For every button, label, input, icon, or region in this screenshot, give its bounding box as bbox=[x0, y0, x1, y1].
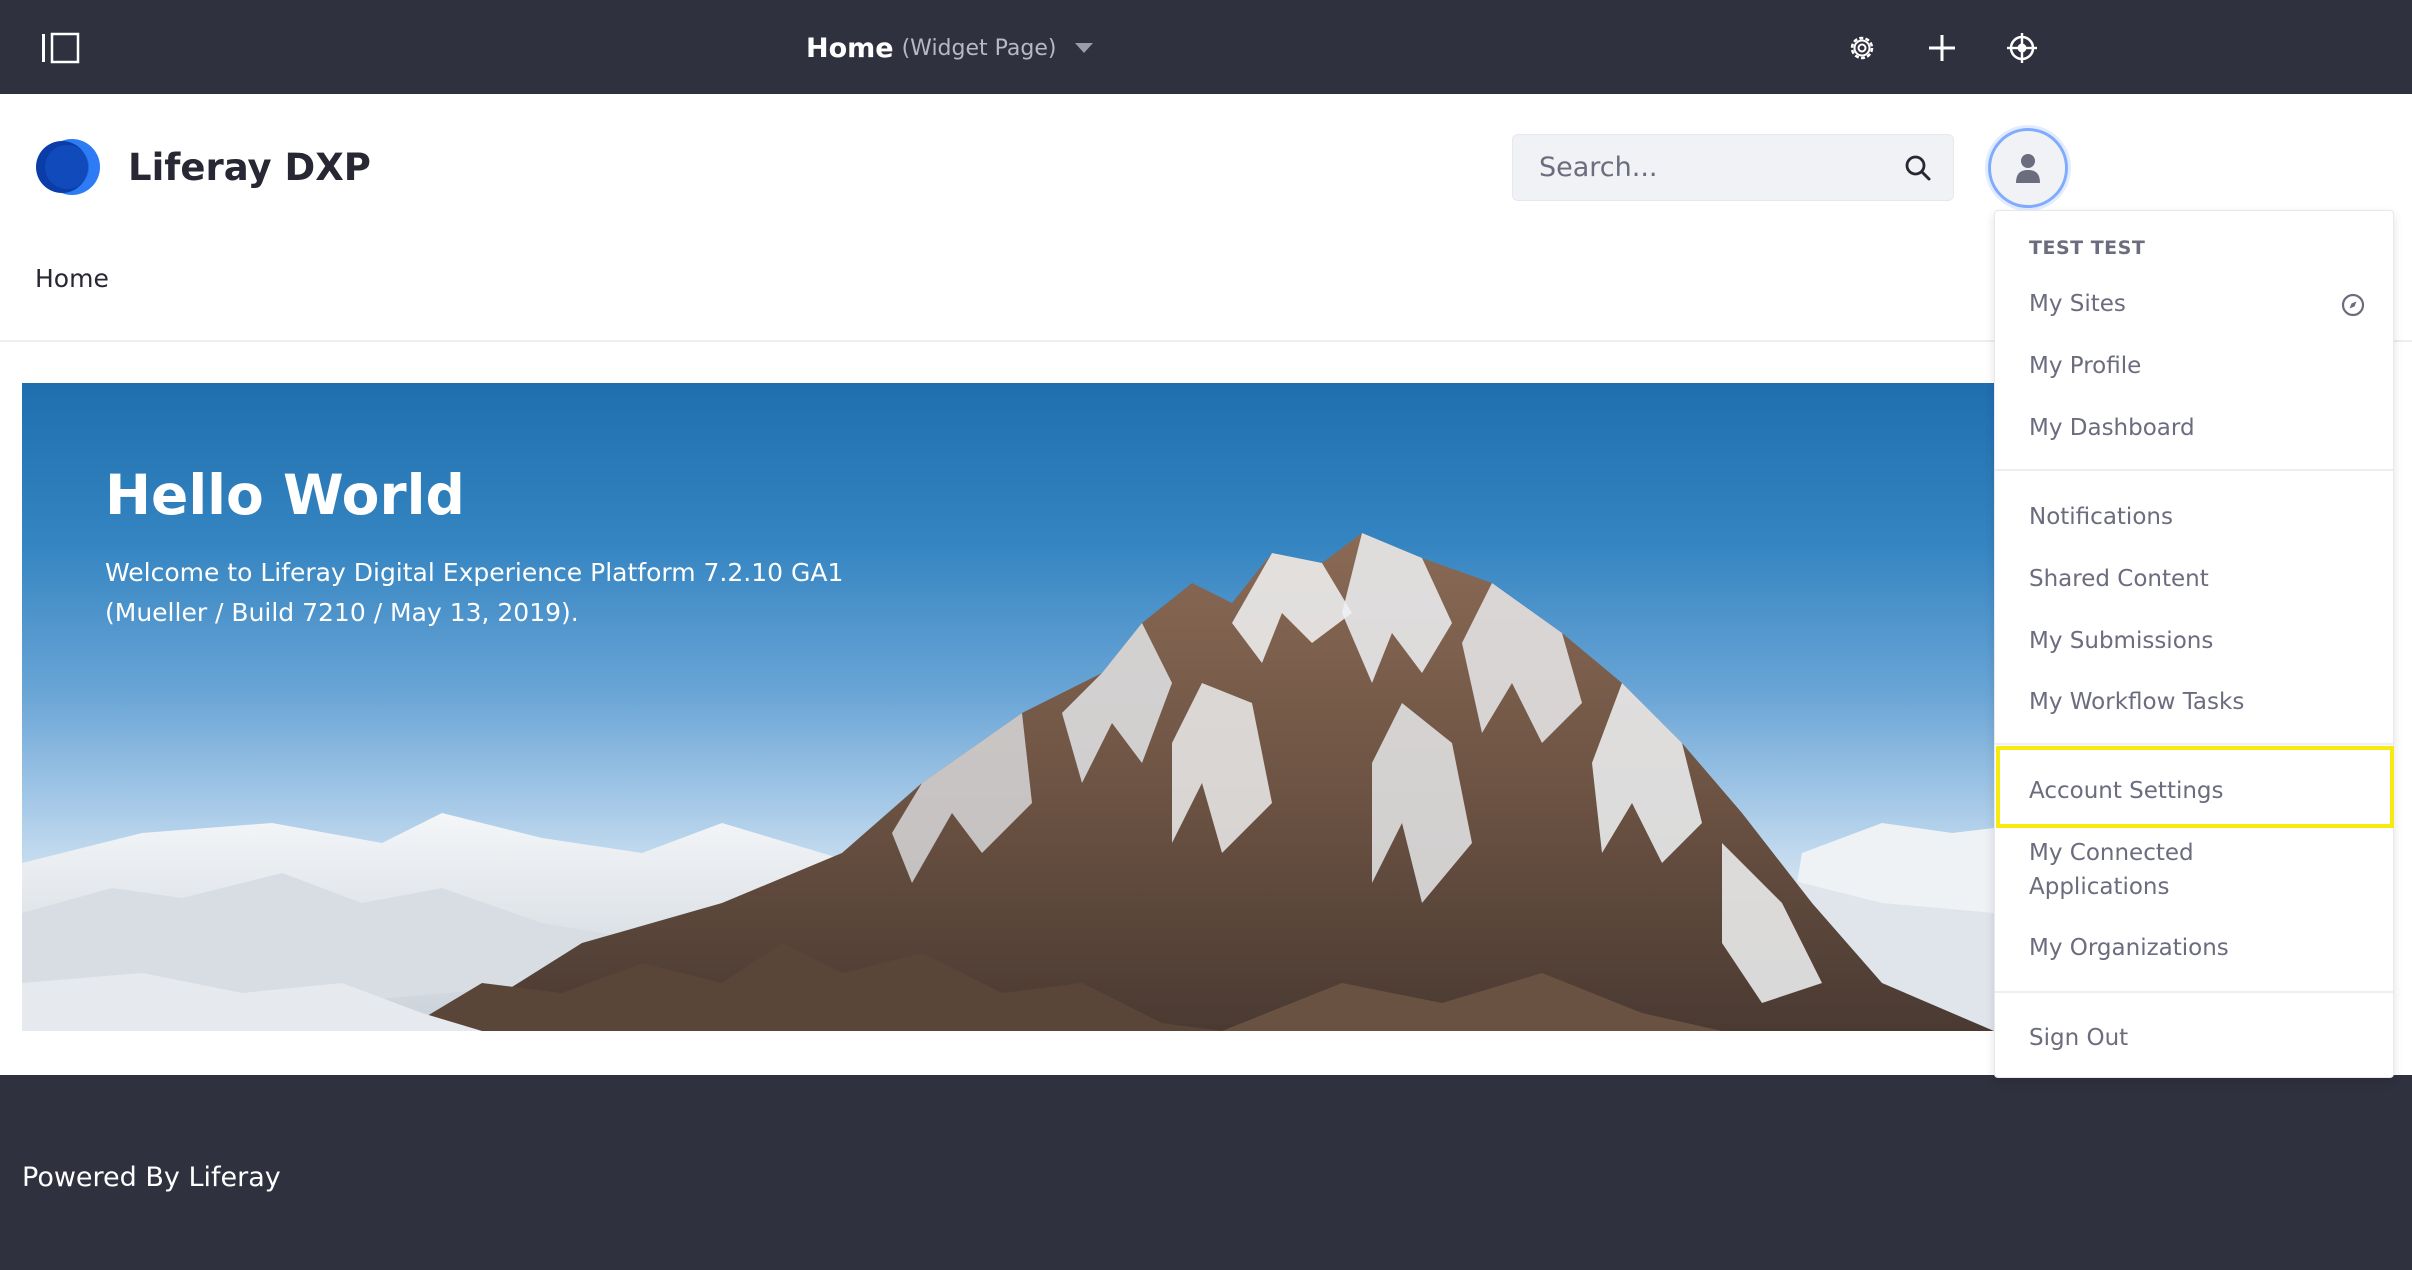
menu-item-my-organizations[interactable]: My Organizations bbox=[1995, 919, 2393, 977]
hero-banner: Hello World Welcome to Liferay Digital E… bbox=[22, 383, 1994, 1031]
user-avatar-button[interactable] bbox=[1988, 128, 2068, 208]
menu-item-label: Shared Content bbox=[2029, 566, 2209, 592]
compass-icon bbox=[2341, 293, 2365, 317]
menu-divider bbox=[1995, 469, 2393, 471]
menu-item-label: My Profile bbox=[2029, 353, 2142, 379]
menu-item-shared-content[interactable]: Shared Content bbox=[1995, 550, 2393, 608]
site-name[interactable]: Liferay DXP bbox=[128, 146, 371, 189]
banner-description: Welcome to Liferay Digital Experience Pl… bbox=[105, 553, 865, 633]
search-icon[interactable] bbox=[1883, 135, 1953, 200]
menu-item-label: My Sites bbox=[2029, 291, 2126, 317]
banner-line-2: (Mueller / Build 7210 / May 13, 2019). bbox=[105, 598, 579, 627]
menu-item-account-settings[interactable]: Account Settings bbox=[1995, 762, 2393, 820]
nav-item-home[interactable]: Home bbox=[35, 264, 109, 293]
control-bar: Home (Widget Page) bbox=[0, 0, 2412, 94]
menu-item-label: Notifications bbox=[2029, 504, 2173, 530]
menu-item-sign-out[interactable]: Sign Out bbox=[1995, 1009, 2393, 1067]
footer: Powered By Liferay bbox=[0, 1075, 2412, 1270]
footer-powered-by[interactable]: Powered By Liferay bbox=[22, 1162, 281, 1193]
menu-item-label: My Connected Applications bbox=[2029, 840, 2194, 900]
menu-item-my-sites[interactable]: My Sites bbox=[1995, 275, 2393, 333]
page-title: Home bbox=[806, 32, 894, 64]
menu-item-label: My Organizations bbox=[2029, 935, 2229, 961]
menu-item-label: My Dashboard bbox=[2029, 415, 2195, 441]
menu-item-label: My Workflow Tasks bbox=[2029, 689, 2245, 715]
menu-item-my-submissions[interactable]: My Submissions bbox=[1995, 612, 2393, 670]
menu-divider bbox=[1995, 991, 2393, 993]
add-icon[interactable] bbox=[1922, 28, 1962, 68]
page-selector[interactable]: Home (Widget Page) bbox=[806, 30, 1093, 66]
banner-title: Hello World bbox=[105, 463, 465, 527]
gear-icon[interactable] bbox=[1842, 28, 1882, 68]
product-menu-toggle-icon[interactable] bbox=[40, 31, 80, 65]
menu-item-my-profile[interactable]: My Profile bbox=[1995, 337, 2393, 395]
search-input[interactable] bbox=[1513, 135, 1883, 200]
menu-item-label: My Submissions bbox=[2029, 628, 2214, 654]
menu-item-label: Account Settings bbox=[2029, 778, 2224, 804]
menu-item-my-connected-applications[interactable]: My Connected Applications bbox=[1995, 825, 2295, 915]
user-name-header: TEST TEST bbox=[2029, 237, 2146, 259]
simulation-icon[interactable] bbox=[2002, 28, 2042, 68]
liferay-logo[interactable] bbox=[34, 136, 100, 198]
user-icon bbox=[2016, 154, 2040, 183]
menu-item-my-workflow-tasks[interactable]: My Workflow Tasks bbox=[1995, 673, 2393, 731]
search-bar bbox=[1512, 134, 1954, 201]
banner-line-1: Welcome to Liferay Digital Experience Pl… bbox=[105, 558, 844, 587]
user-dropdown-menu: TEST TEST My Sites My Profile My Dashboa… bbox=[1994, 210, 2394, 1078]
page-type: (Widget Page) bbox=[901, 35, 1057, 61]
menu-item-my-dashboard[interactable]: My Dashboard bbox=[1995, 399, 2393, 457]
menu-divider bbox=[1995, 743, 2393, 745]
caret-down-icon bbox=[1074, 43, 1093, 53]
menu-item-notifications[interactable]: Notifications bbox=[1995, 488, 2393, 546]
menu-item-label: Sign Out bbox=[2029, 1025, 2129, 1051]
